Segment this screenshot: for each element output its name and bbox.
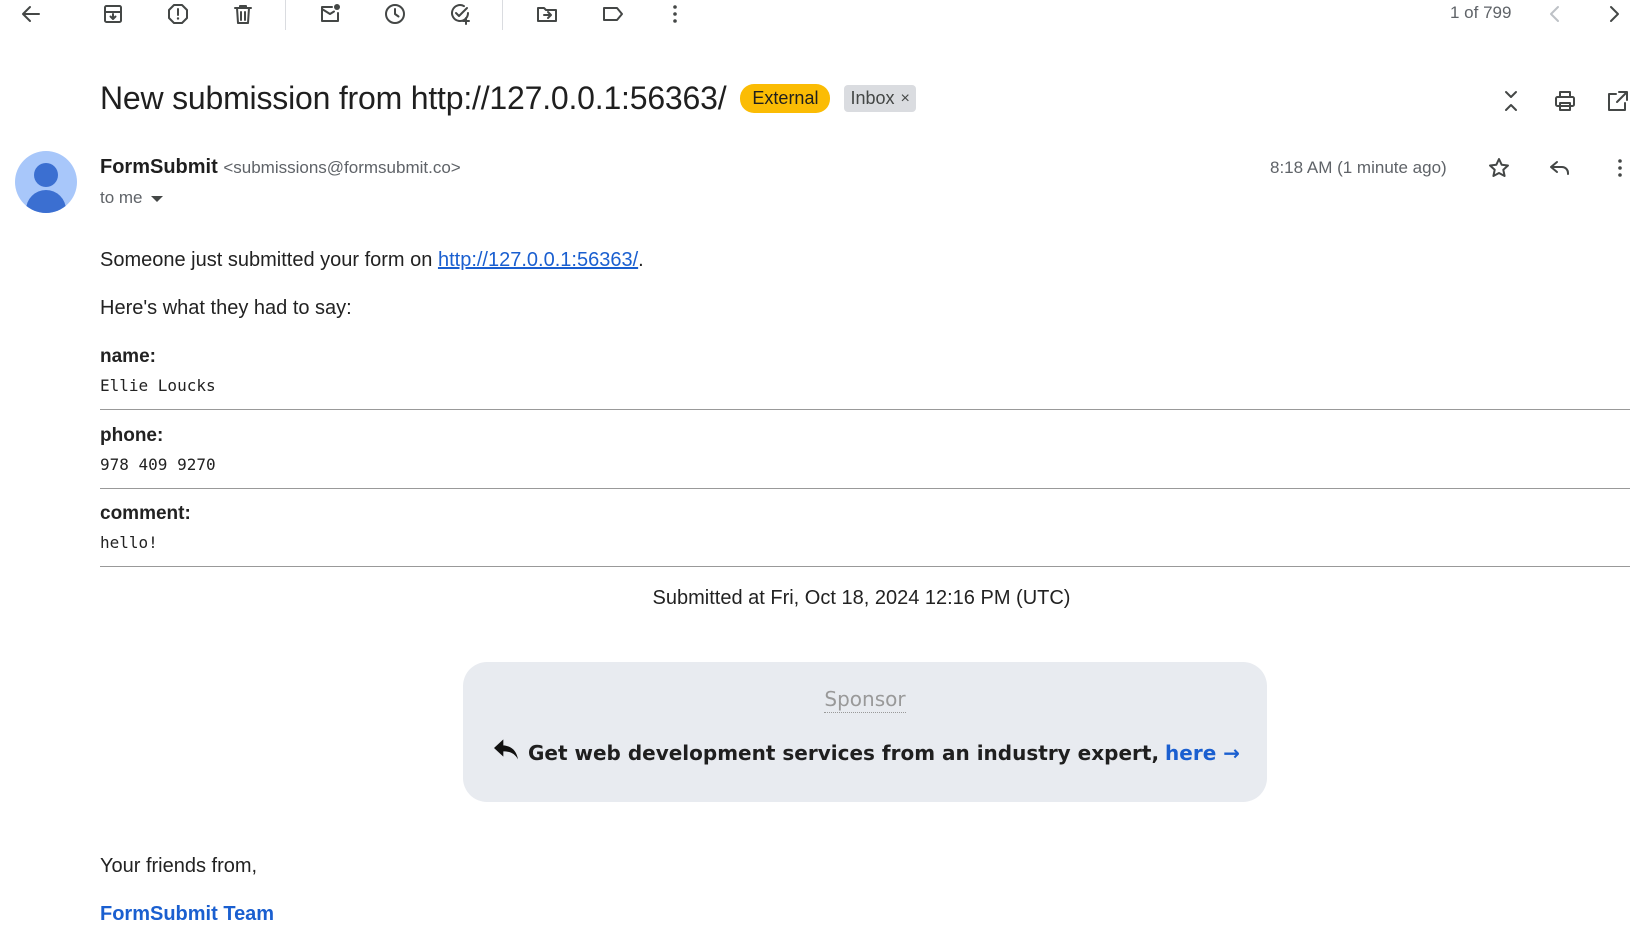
field-value-comment: hello! <box>100 533 158 552</box>
sponsor-text: Get web development services from an ind… <box>528 740 1160 765</box>
snooze-icon[interactable] <box>375 0 415 34</box>
mark-unread-icon[interactable] <box>310 0 350 34</box>
avatar-body-shape <box>26 190 66 213</box>
inbox-label: Inbox × <box>844 85 916 112</box>
report-spam-icon[interactable] <box>158 0 198 34</box>
star-icon[interactable] <box>1479 148 1519 188</box>
more-vert-icon[interactable] <box>655 0 695 34</box>
field-value-name: Ellie Loucks <box>100 376 216 395</box>
sponsor-title: Sponsor <box>463 687 1267 713</box>
sponsor-line: Get web development services from an ind… <box>463 734 1267 771</box>
caret-down-icon <box>150 196 163 202</box>
archive-icon[interactable] <box>93 0 133 34</box>
submitted-timestamp: Submitted at Fri, Oct 18, 2024 12:16 PM … <box>652 587 1071 609</box>
field-value-phone: 978 409 9270 <box>100 455 216 474</box>
field-divider <box>100 488 1630 489</box>
form-url-link[interactable]: http://127.0.0.1:56363/ <box>438 249 638 271</box>
sponsor-title-text: Sponsor <box>824 687 906 713</box>
field-label-name: name: <box>100 346 156 367</box>
inbox-label-text: Inbox <box>850 88 895 108</box>
pagination-count: 1 of 799 <box>1450 3 1512 22</box>
field-divider <box>100 409 1630 410</box>
team-link[interactable]: FormSubmit Team <box>100 903 274 926</box>
move-to-icon[interactable] <box>527 0 567 34</box>
older-chevron-icon[interactable] <box>1594 0 1634 34</box>
toolbar-divider <box>502 0 503 30</box>
newer-chevron-icon[interactable] <box>1535 0 1575 34</box>
print-icon[interactable] <box>1545 81 1585 121</box>
field-divider <box>100 566 1630 567</box>
email-subject: New submission from http://127.0.0.1:563… <box>100 80 727 116</box>
external-badge: External <box>740 84 831 113</box>
collapse-all-icon[interactable] <box>1491 81 1531 121</box>
intro-paragraph: Someone just submitted your form on http… <box>100 249 644 272</box>
sender-name[interactable]: FormSubmit <box>100 156 218 178</box>
sender-line: FormSubmit <submissions@formsubmit.co> <box>100 156 461 179</box>
sponsor-link[interactable]: here → <box>1165 741 1240 765</box>
intro-suffix: . <box>638 249 644 271</box>
sender-avatar <box>15 151 77 213</box>
remove-label-icon[interactable]: × <box>901 90 910 108</box>
field-label-comment: comment: <box>100 503 191 524</box>
subject-row: New submission from http://127.0.0.1:563… <box>100 80 916 117</box>
recipient-details-toggle[interactable]: to me <box>100 188 163 208</box>
toolbar-divider <box>285 0 286 30</box>
reply-arrow-icon <box>490 734 522 771</box>
intro-prefix: Someone just submitted your form on <box>100 249 438 271</box>
sponsor-card: Sponsor Get web development services fro… <box>463 662 1267 802</box>
message-more-vert-icon[interactable] <box>1600 148 1640 188</box>
delete-icon[interactable] <box>223 0 263 34</box>
signoff-text: Your friends from, <box>100 855 258 877</box>
recipient-text: to me <box>100 188 143 207</box>
received-time: 8:18 AM (1 minute ago) <box>1270 158 1447 177</box>
avatar-head-shape <box>34 163 58 187</box>
open-new-window-icon[interactable] <box>1598 81 1638 121</box>
add-to-tasks-icon[interactable] <box>440 0 480 34</box>
labels-icon[interactable] <box>593 0 633 34</box>
reply-icon[interactable] <box>1540 148 1580 188</box>
back-arrow-icon[interactable] <box>11 0 51 34</box>
lead-paragraph: Here's what they had to say: <box>100 297 352 319</box>
sender-email: <submissions@formsubmit.co> <box>223 158 461 177</box>
field-label-phone: phone: <box>100 425 164 446</box>
